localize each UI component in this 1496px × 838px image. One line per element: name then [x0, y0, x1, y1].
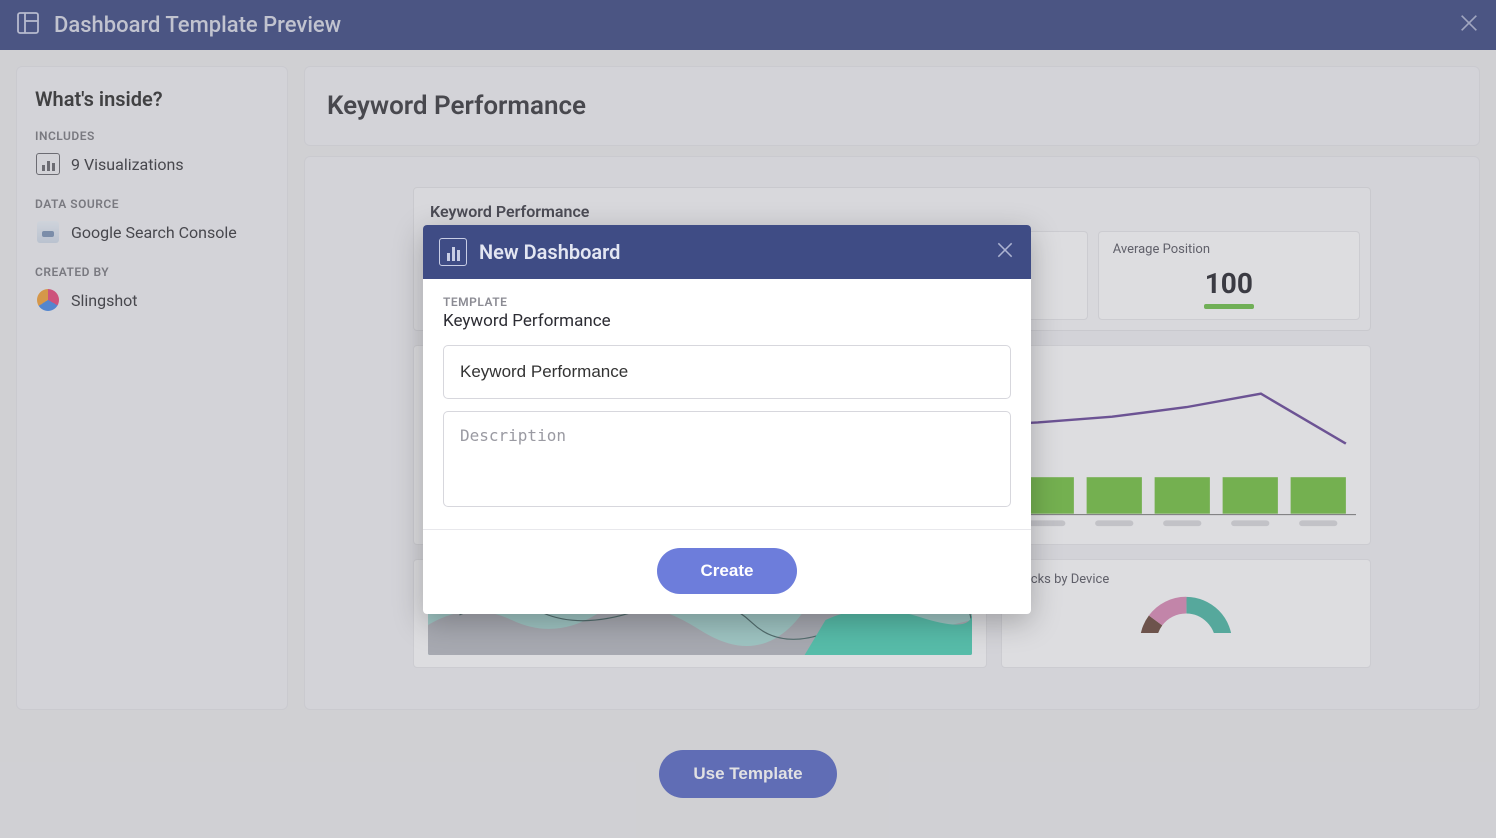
modal-header: New Dashboard	[423, 225, 1031, 279]
modal-close-button[interactable]	[995, 240, 1015, 264]
dashboard-name-input[interactable]	[443, 345, 1011, 399]
new-dashboard-modal: New Dashboard TEMPLATE Keyword Performan…	[423, 225, 1031, 614]
template-name: Keyword Performance	[443, 311, 1011, 331]
dashboard-icon	[439, 238, 467, 266]
create-button[interactable]: Create	[657, 548, 798, 594]
modal-title: New Dashboard	[479, 240, 995, 264]
dashboard-description-input[interactable]	[443, 411, 1011, 507]
template-label: TEMPLATE	[443, 295, 1011, 309]
